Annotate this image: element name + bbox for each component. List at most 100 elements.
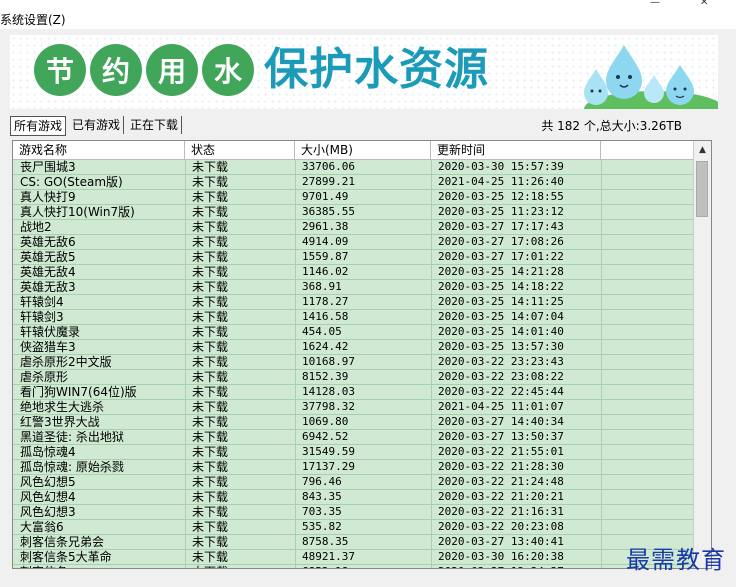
column-separator	[185, 325, 186, 340]
cell-status: 未下载	[192, 520, 229, 534]
column-header-updated[interactable]: 更新时间	[431, 141, 601, 159]
column-separator	[295, 355, 296, 370]
column-separator	[295, 295, 296, 310]
cell-game-name: 英雄无敌4	[20, 265, 76, 279]
table-row[interactable]: 风色幻想5 未下载 796.46 2020-03-22 21:24:48	[13, 475, 693, 490]
cell-status: 未下载	[192, 340, 229, 354]
menu-system-settings[interactable]: 系统设置(Z)	[0, 11, 66, 28]
table-row[interactable]: 大富翁6 未下载 535.82 2020-03-22 20:23:08	[13, 520, 693, 535]
column-header-size[interactable]: 大小(MB)	[295, 141, 431, 159]
column-header-name[interactable]: 游戏名称	[13, 141, 185, 159]
table-row[interactable]: 绝地求生大逃杀 未下载 37798.32 2021-04-25 11:01:07	[13, 400, 693, 415]
column-separator	[601, 265, 602, 280]
column-separator	[295, 505, 296, 520]
table-row[interactable]: 轩辕剑3 未下载 1416.58 2020-03-25 14:07:04	[13, 310, 693, 325]
cell-size: 796.46	[302, 475, 342, 488]
list-header: 游戏名称 状态 大小(MB) 更新时间	[13, 141, 693, 160]
table-row[interactable]: CS: GO(Steam版) 未下载 27899.21 2021-04-25 11:2…	[13, 175, 693, 190]
table-row[interactable]: 虐杀原形 未下载 8152.39 2020-03-22 23:08:22	[13, 370, 693, 385]
total-summary: 共 182 个,总大小:3.26TB	[541, 119, 682, 133]
game-list[interactable]: 游戏名称 状态 大小(MB) 更新时间 丧尸围城3 未下载 33706.06 2020…	[12, 140, 712, 569]
table-row[interactable]: 看门狗WIN7(64位)版 未下载 14128.03 2020-03-22 22:45…	[13, 385, 693, 400]
table-row[interactable]: 风色幻想3 未下载 703.35 2020-03-22 21:16:31	[13, 505, 693, 520]
cell-game-name: CS: GO(Steam版)	[20, 175, 123, 189]
table-row[interactable]: 英雄无敌3 未下载 368.91 2020-03-25 14:18:22	[13, 280, 693, 295]
table-row[interactable]: 英雄无敌4 未下载 1146.02 2020-03-25 14:21:28	[13, 265, 693, 280]
banner-ad[interactable]: 节 约 用 水 保护水资源	[10, 35, 718, 109]
cell-status: 未下载	[192, 385, 229, 399]
banner-char-circle: 用	[146, 44, 198, 96]
column-separator	[601, 490, 602, 505]
column-separator	[185, 205, 186, 220]
column-header-status[interactable]: 状态	[185, 141, 295, 159]
cell-updated: 2021-04-25 11:26:40	[438, 175, 564, 188]
scrollbar-thumb[interactable]	[696, 161, 708, 217]
column-separator	[295, 340, 296, 355]
tab-owned-games[interactable]: 已有游戏	[69, 116, 125, 134]
cell-size: 31549.59	[302, 445, 355, 458]
cell-updated: 2020-03-25 14:11:25	[438, 295, 564, 308]
column-separator	[601, 355, 602, 370]
table-row[interactable]: 孤岛惊魂: 原始杀戮 未下载 17137.29 2020-03-22 21:28:30	[13, 460, 693, 475]
column-separator	[601, 520, 602, 535]
column-separator	[431, 430, 432, 445]
table-row[interactable]: 刺客信条未下载6852.182020-03-27 13:34:27	[13, 565, 693, 568]
column-separator	[295, 205, 296, 220]
cell-updated: 2020-03-27 14:40:34	[438, 415, 564, 428]
column-separator	[431, 190, 432, 205]
cell-status: 未下载	[192, 535, 229, 549]
table-row[interactable]: 战地2 未下载 2961.38 2020-03-27 17:17:43	[13, 220, 693, 235]
cell-game-name: 虐杀原形2中文版	[20, 355, 112, 369]
column-separator	[601, 535, 602, 550]
column-separator	[295, 550, 296, 565]
column-separator	[431, 265, 432, 280]
scroll-up-icon[interactable]: ▲	[694, 141, 711, 159]
table-row[interactable]: 英雄无敌6 未下载 4914.09 2020-03-27 17:08:26	[13, 235, 693, 250]
column-separator	[601, 235, 602, 250]
column-separator	[431, 220, 432, 235]
cell-status: 未下载	[192, 415, 229, 429]
cell-game-name: 孤岛惊魂: 原始杀戮	[20, 460, 124, 474]
table-row[interactable]: 刺客信条兄弟会 未下载 8758.35 2020-03-27 13:40:41	[13, 535, 693, 550]
close-icon[interactable]: ✕	[700, 0, 708, 8]
column-separator	[601, 220, 602, 235]
cell-status: 未下载	[192, 475, 229, 489]
table-row[interactable]: 黑道圣徒: 杀出地狱 未下载 6942.52 2020-03-27 13:50:37	[13, 430, 693, 445]
column-separator	[601, 475, 602, 490]
cell-size: 843.35	[302, 490, 342, 503]
table-row[interactable]: 刺客信条5大革命 未下载 48921.37 2020-03-30 16:20:38	[13, 550, 693, 565]
cell-status: 未下载	[192, 505, 229, 519]
table-row[interactable]: 孤岛惊魂4 未下载 31549.59 2020-03-22 21:55:01	[13, 445, 693, 460]
cell-status: 未下载	[192, 355, 229, 369]
cell-size: 9701.49	[302, 190, 349, 203]
tab-downloading[interactable]: 正在下载	[127, 116, 183, 134]
table-row[interactable]: 真人快打9 未下载 9701.49 2020-03-25 12:18:55	[13, 190, 693, 205]
column-separator	[295, 280, 296, 295]
minimize-icon[interactable]: —	[650, 0, 660, 8]
table-row[interactable]: 风色幻想4 未下载 843.35 2020-03-22 21:20:21	[13, 490, 693, 505]
cell-status: 未下载	[192, 250, 229, 264]
table-row[interactable]: 英雄无敌5 未下载 1559.87 2020-03-27 17:01:22	[13, 250, 693, 265]
column-separator	[431, 460, 432, 475]
cell-game-name: 看门狗WIN7(64位)版	[20, 385, 137, 399]
column-separator	[601, 160, 602, 175]
table-row[interactable]: 侠盗猎车3 未下载 1624.42 2020-03-25 13:57:30	[13, 340, 693, 355]
table-row[interactable]: 丧尸围城3 未下载 33706.06 2020-03-30 15:57:39	[13, 160, 693, 175]
vertical-scrollbar[interactable]: ▲	[693, 141, 711, 568]
column-separator	[295, 565, 296, 568]
column-separator	[295, 190, 296, 205]
column-separator	[295, 520, 296, 535]
cell-status: 未下载	[192, 550, 229, 564]
table-row[interactable]: 轩辕伏魔录 未下载 454.05 2020-03-25 14:01:40	[13, 325, 693, 340]
cell-updated: 2020-03-25 11:23:12	[438, 205, 564, 218]
table-row[interactable]: 红警3世界大战 未下载 1069.80 2020-03-27 14:40:34	[13, 415, 693, 430]
table-row[interactable]: 轩辕剑4 未下载 1178.27 2020-03-25 14:11:25	[13, 295, 693, 310]
tab-all-games[interactable]: 所有游戏	[10, 116, 67, 136]
column-separator	[431, 445, 432, 460]
cell-size: 1069.80	[302, 415, 349, 428]
table-row[interactable]: 虐杀原形2中文版 未下载 10168.97 2020-03-22 23:23:43	[13, 355, 693, 370]
column-separator	[185, 280, 186, 295]
cell-game-name: 刺客信条	[13, 565, 185, 568]
table-row[interactable]: 真人快打10(Win7版) 未下载 36385.55 2020-03-25 11:23…	[13, 205, 693, 220]
column-separator	[185, 265, 186, 280]
